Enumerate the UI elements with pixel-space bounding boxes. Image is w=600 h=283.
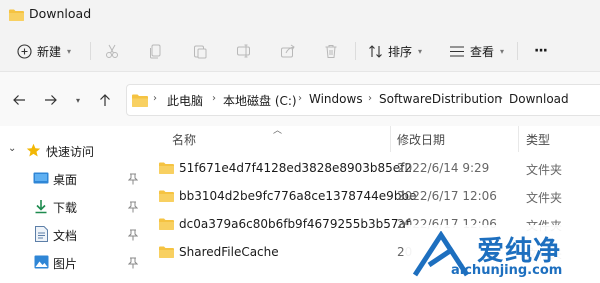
view-icon <box>450 45 464 57</box>
recent-locations-button[interactable]: ▾ <box>67 90 89 110</box>
breadcrumb-download[interactable]: Download <box>509 92 569 106</box>
sidebar-item-label: 文档 <box>53 229 78 243</box>
file-name: SharedFileCache <box>179 245 279 259</box>
chevron-right-icon: › <box>499 93 503 104</box>
command-bar: 新建 ▾ 排序 ▾ 查看 ▾ ··· <box>0 30 600 72</box>
file-name: dc0a379a6c80b6fb9f4679255b3b57af <box>179 217 411 231</box>
picture-icon <box>34 255 49 269</box>
arrow-left-icon <box>13 95 25 105</box>
column-header-type[interactable]: 类型 <box>526 131 550 148</box>
breadcrumb-softwaredistribution[interactable]: SoftwareDistribution <box>379 92 502 106</box>
paste-button[interactable] <box>192 38 208 64</box>
sort-icon <box>369 44 382 58</box>
title-bar: Download <box>0 0 600 30</box>
watermark-url: aichunjing.com <box>451 263 563 278</box>
breadcrumb-local-disk[interactable]: 本地磁盘 (C:) <box>223 92 297 109</box>
star-icon <box>26 143 41 157</box>
more-button[interactable]: ··· <box>534 38 548 64</box>
folder-icon <box>9 9 24 21</box>
folder-icon <box>159 190 174 202</box>
chevron-down-icon: ▾ <box>67 46 72 56</box>
chevron-right-icon: › <box>368 93 372 104</box>
file-name: bb3104d2be9fc776a8ce1378744e9bbe <box>179 189 417 203</box>
window-title: Download <box>29 6 92 21</box>
sidebar-item-label: 桌面 <box>53 173 78 187</box>
sidebar-item-documents[interactable]: 文档 <box>0 222 145 248</box>
sidebar-item-label: 快速访问 <box>46 145 95 159</box>
breadcrumb-windows[interactable]: Windows <box>309 92 363 106</box>
breadcrumb-this-pc[interactable]: 此电脑 <box>167 92 203 109</box>
column-divider[interactable] <box>518 126 519 152</box>
folder-icon <box>132 94 148 107</box>
address-bar[interactable]: › 此电脑 › 本地磁盘 (C:) › Windows › SoftwareDi… <box>126 84 600 116</box>
table-row[interactable]: bb3104d2be9fc776a8ce1378744e9bbe 2022/6/… <box>145 183 600 211</box>
sort-button[interactable]: 排序 ▾ <box>368 38 422 64</box>
sidebar-item-label: 下载 <box>53 201 78 215</box>
watermark: 爱纯净 aichunjing.com <box>405 225 600 283</box>
copy-button[interactable] <box>148 38 164 64</box>
sidebar-item-downloads[interactable]: 下载 <box>0 194 145 220</box>
folder-icon <box>159 162 174 174</box>
back-button[interactable] <box>8 90 30 110</box>
column-header-name[interactable]: 名称 <box>172 131 196 148</box>
divider <box>355 42 356 60</box>
file-date: 2022/6/17 12:06 <box>397 189 497 203</box>
delete-button[interactable] <box>323 38 339 64</box>
sort-ascending-icon: ︿ <box>273 126 283 136</box>
rename-button[interactable] <box>236 38 252 64</box>
new-button-label: 新建 <box>37 44 62 59</box>
download-icon <box>35 200 47 214</box>
paste-icon <box>194 45 207 59</box>
copy-icon <box>150 44 161 59</box>
column-divider[interactable] <box>390 126 391 152</box>
folder-icon <box>159 246 174 258</box>
navigation-pane: ⌄ 快速访问 桌面 下载 文档 图片 <box>0 126 145 283</box>
chevron-down-icon: ⌄ <box>8 143 17 154</box>
chevron-right-icon: › <box>153 93 157 104</box>
share-button[interactable] <box>280 38 296 64</box>
file-type: 文件夹 <box>526 163 563 177</box>
arrow-right-icon <box>45 95 57 105</box>
table-row[interactable]: 51f671e4d7f4128ed3828e8903b85ef2 2022/6/… <box>145 155 600 183</box>
chevron-right-icon: › <box>212 93 216 104</box>
divider <box>517 42 518 60</box>
pin-icon <box>128 201 138 213</box>
share-icon <box>281 44 295 58</box>
pin-icon <box>128 173 138 185</box>
up-button[interactable] <box>94 90 116 110</box>
chevron-right-icon: › <box>298 93 302 104</box>
cut-button[interactable] <box>104 38 120 64</box>
chevron-down-icon: ▾ <box>418 46 423 56</box>
new-button[interactable]: 新建 ▾ <box>17 38 71 64</box>
chevron-down-icon: ▾ <box>500 46 505 56</box>
view-button-label: 查看 <box>470 44 495 59</box>
scissors-icon <box>106 44 118 58</box>
more-icon: ··· <box>534 43 548 59</box>
folder-icon <box>159 218 174 230</box>
file-name: 51f671e4d7f4128ed3828e8903b85ef2 <box>179 161 413 175</box>
pin-icon <box>128 229 138 241</box>
sort-button-label: 排序 <box>388 44 413 59</box>
column-header-modified[interactable]: 修改日期 <box>397 131 445 148</box>
trash-icon <box>325 45 337 58</box>
arrow-up-icon <box>100 94 110 106</box>
forward-button[interactable] <box>40 90 62 110</box>
chevron-down-icon: ▾ <box>75 95 80 105</box>
sidebar-item-label: 图片 <box>53 257 78 271</box>
file-date: 2022/6/14 9:29 <box>397 161 490 175</box>
sidebar-item-quick-access[interactable]: ⌄ 快速访问 <box>0 138 145 164</box>
rename-icon <box>237 44 250 58</box>
column-header-row: ︿ 名称 修改日期 类型 <box>145 126 600 152</box>
plus-circle-icon <box>17 43 32 59</box>
divider <box>90 42 91 60</box>
sidebar-item-pictures[interactable]: 图片 <box>0 250 145 276</box>
view-button[interactable]: 查看 ▾ <box>449 38 504 64</box>
pin-icon <box>128 257 138 269</box>
file-type: 文件夹 <box>526 191 563 205</box>
document-icon <box>35 226 48 242</box>
sidebar-item-desktop[interactable]: 桌面 <box>0 166 145 192</box>
desktop-icon <box>33 172 49 184</box>
